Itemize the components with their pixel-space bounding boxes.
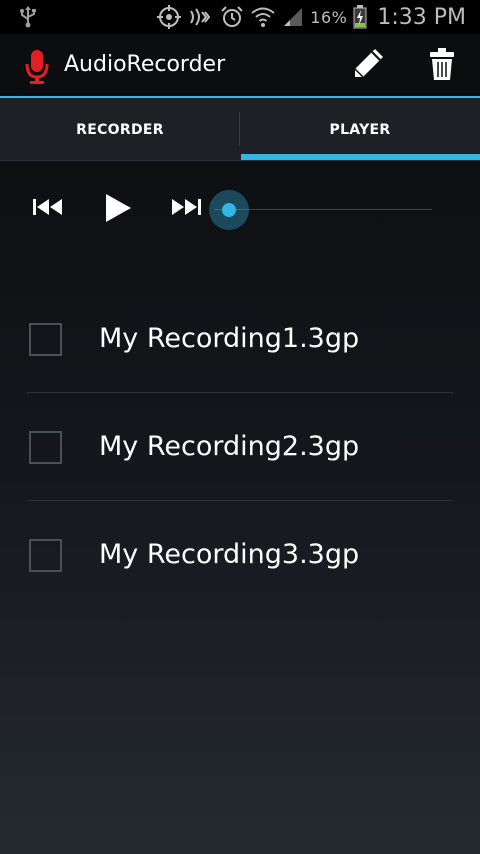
play-icon [104, 192, 132, 228]
edit-button[interactable] [346, 46, 390, 86]
seek-bar-thumb[interactable] [209, 190, 249, 230]
recording-checkbox[interactable] [29, 323, 62, 356]
signal-icon [282, 6, 304, 28]
nfc-icon [188, 6, 214, 28]
tab-bar: RECORDER PLAYER [0, 98, 480, 161]
app-title: AudioRecorder [64, 52, 226, 77]
recording-name: My Recording3.3gp [99, 539, 360, 570]
previous-button[interactable] [28, 194, 68, 224]
list-item[interactable]: My Recording3.3gp [0, 501, 480, 609]
tab-player[interactable]: PLAYER [240, 98, 480, 161]
selected-tab-indicator [241, 154, 480, 160]
location-icon [156, 5, 182, 29]
list-item[interactable]: My Recording1.3gp [0, 285, 480, 393]
previous-icon [32, 197, 64, 221]
battery-percent: 16% [310, 7, 348, 27]
usb-icon [18, 6, 38, 28]
battery-charging-icon [353, 5, 367, 29]
clock: 1:33 PM [377, 4, 466, 30]
trash-icon [428, 47, 456, 85]
tab-recorder[interactable]: RECORDER [0, 98, 240, 161]
wifi-icon [250, 5, 276, 29]
microphone-icon [24, 48, 50, 88]
delete-button[interactable] [420, 46, 464, 86]
play-button[interactable] [98, 190, 138, 230]
next-icon [170, 197, 202, 221]
list-item[interactable]: My Recording2.3gp [0, 393, 480, 501]
status-bar: 16% 1:33 PM [0, 0, 480, 34]
recordings-list: My Recording1.3gp My Recording2.3gp My R… [0, 285, 480, 609]
next-button[interactable] [166, 194, 206, 224]
alarm-icon [220, 5, 244, 29]
player-controls [0, 180, 480, 240]
recording-checkbox[interactable] [29, 539, 62, 572]
pencil-icon [350, 46, 386, 86]
recording-checkbox[interactable] [29, 431, 62, 464]
recording-name: My Recording2.3gp [99, 431, 360, 462]
recording-name: My Recording1.3gp [99, 323, 360, 354]
action-bar: AudioRecorder [0, 34, 480, 98]
